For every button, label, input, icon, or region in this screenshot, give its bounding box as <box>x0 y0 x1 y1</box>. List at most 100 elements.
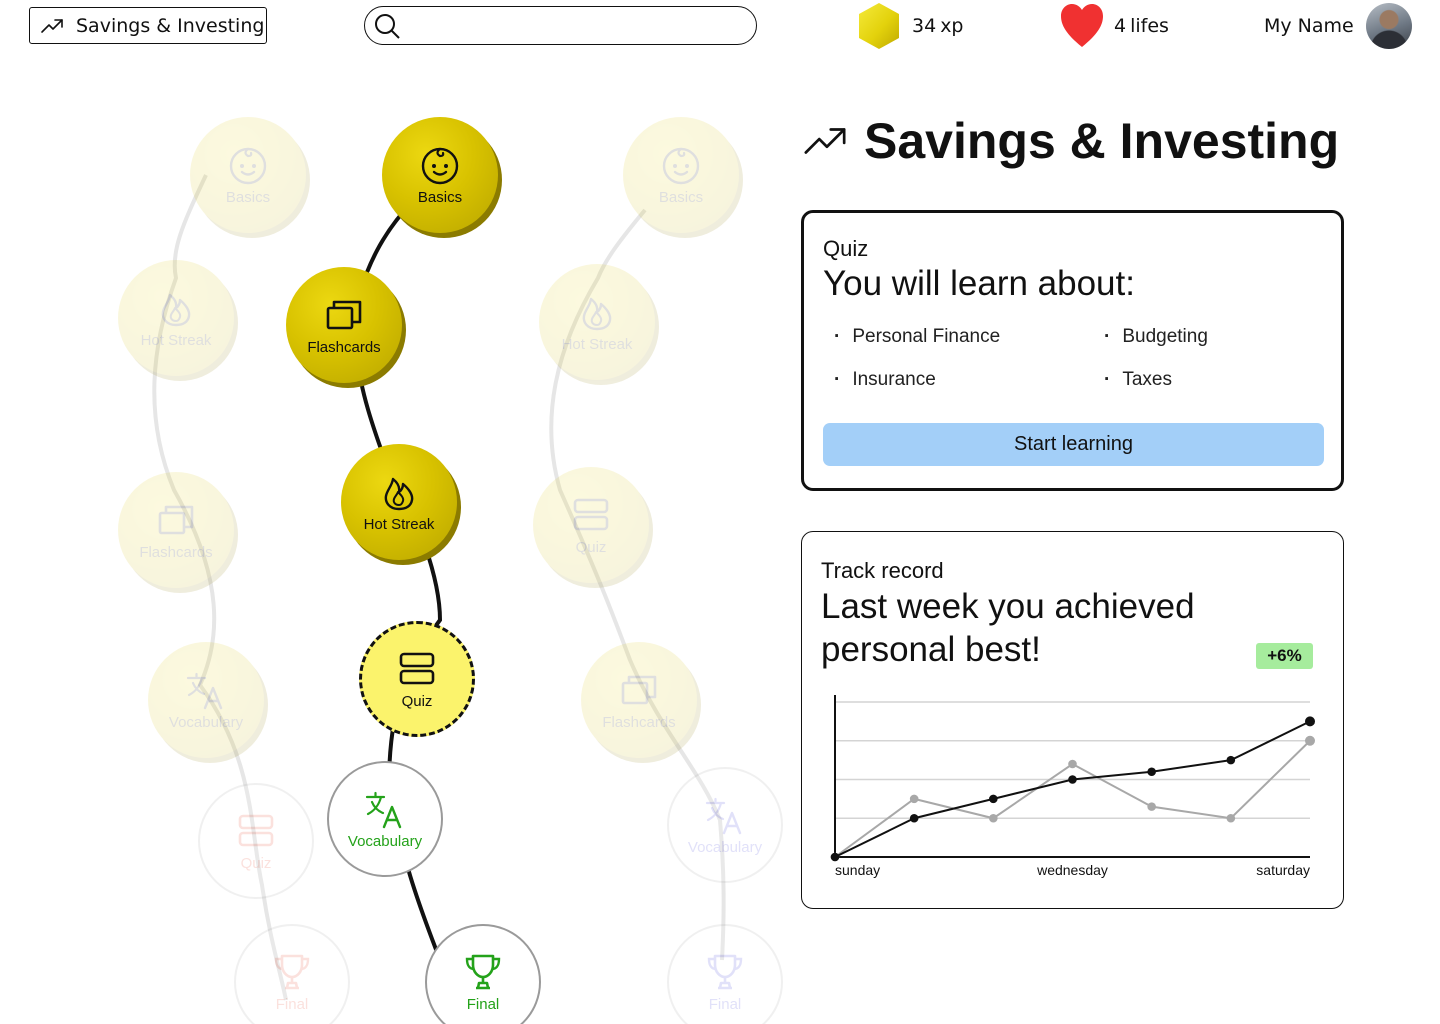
topic-selector-button[interactable]: Savings & Investing <box>29 7 267 44</box>
node-label: Quiz <box>575 539 607 556</box>
node-label: Final <box>275 996 309 1013</box>
lives-value: 4 <box>1114 15 1127 37</box>
node-label: Flashcards <box>602 714 676 731</box>
path-node-basics[interactable]: Basics <box>623 117 743 238</box>
trophy-icon <box>465 954 501 990</box>
quiz-icon <box>399 652 435 685</box>
path-node-flashcards[interactable]: Flashcards <box>581 642 701 763</box>
chart-point <box>1226 755 1236 765</box>
quiz-card-kicker: Quiz <box>823 236 869 261</box>
user-name: My Name <box>1264 15 1354 37</box>
translate-icon <box>705 797 742 835</box>
path-node-quiz[interactable]: Quiz <box>198 783 314 899</box>
path-node-hot-streak[interactable]: Hot Streak <box>539 264 659 385</box>
trophy-icon <box>274 954 310 990</box>
topic-item-label: Insurance <box>852 369 936 391</box>
node-face: Quiz <box>359 621 475 737</box>
node-label: Vocabulary <box>168 714 244 731</box>
node-face: Quiz <box>198 783 314 899</box>
translate-icon <box>365 791 402 829</box>
node-label: Vocabulary <box>347 833 423 850</box>
chart-point <box>989 794 998 804</box>
path-node-quiz[interactable]: Quiz <box>359 621 475 737</box>
topic-selector-label: Savings & Investing <box>76 14 265 37</box>
path-node-basics[interactable]: Basics <box>190 117 310 238</box>
progress-line-chart: sunday wednesday saturday <box>830 695 1315 878</box>
node-face: Basics <box>623 117 739 233</box>
path-node-flashcards[interactable]: Flashcards <box>286 267 406 388</box>
path-node-vocabulary[interactable]: Vocabulary <box>148 642 268 763</box>
translate-icon <box>186 672 223 710</box>
topic-item-label: Taxes <box>1122 369 1172 391</box>
chart-series-line <box>834 720 1311 858</box>
cards-icon <box>326 300 362 330</box>
chart-point <box>909 813 919 823</box>
xp-unit: xp <box>940 15 964 37</box>
xp-value: 34 <box>912 15 937 37</box>
node-label: Basics <box>658 189 704 206</box>
node-face: Flashcards <box>286 267 402 383</box>
quiz-card: Quiz You will learn about: · Personal Fin… <box>801 210 1344 491</box>
chart-point <box>1226 813 1236 823</box>
flame-icon <box>582 297 612 331</box>
lives-unit: lifes <box>1130 15 1169 37</box>
search-icon <box>375 13 400 39</box>
node-face: Vocabulary <box>667 767 783 883</box>
baby-face-icon <box>421 147 459 185</box>
list-item: · Insurance <box>834 369 936 391</box>
list-item: · Taxes <box>1104 369 1172 391</box>
node-face: Hot Streak <box>539 264 655 380</box>
xp-counter: 34 xp <box>856 0 964 52</box>
node-face: Basics <box>190 117 306 233</box>
topic-heading: Savings & Investing <box>802 112 1339 170</box>
chart-point <box>1068 775 1077 784</box>
node-face: Vocabulary <box>148 642 264 758</box>
node-face: Basics <box>382 117 498 233</box>
chart-point <box>1305 716 1315 727</box>
cards-icon <box>158 505 194 535</box>
learning-topics-list: · Personal Finance · Budgeting · Insurance … <box>834 326 1322 391</box>
start-learning-button[interactable]: Start learning <box>823 423 1324 466</box>
node-label: Basics <box>417 189 463 206</box>
track-record-card: Track record Last week you achieved pers… <box>801 531 1344 909</box>
node-face: Quiz <box>533 467 649 583</box>
avatar[interactable] <box>1365 3 1412 49</box>
quiz-icon <box>238 814 274 847</box>
search-bar[interactable] <box>364 6 757 45</box>
learning-path-map: Basics Hot Streak Flashcards Vocabulary Quiz… <box>0 60 790 1024</box>
list-item: · Personal Finance <box>834 326 1001 348</box>
node-face: Hot Streak <box>118 260 234 376</box>
node-label: Flashcards <box>139 544 213 561</box>
path-node-vocabulary[interactable]: Vocabulary <box>327 761 443 877</box>
cards-icon <box>621 675 657 705</box>
quiz-card-title: You will learn about: <box>823 264 1135 303</box>
chart-point <box>989 813 998 823</box>
node-label: Basics <box>225 189 271 206</box>
node-label: Quiz <box>240 855 272 872</box>
xp-hexagon-icon <box>859 3 899 49</box>
lives-counter: 4 lifes <box>1060 0 1169 52</box>
chart-tick-label: wednesday <box>1036 862 1108 878</box>
path-node-quiz[interactable]: Quiz <box>533 467 653 588</box>
chart-series-line <box>834 740 1311 858</box>
list-item: · Budgeting <box>1104 326 1208 348</box>
node-label: Hot Streak <box>561 336 633 353</box>
path-node-hot-streak[interactable]: Hot Streak <box>341 444 461 565</box>
user-menu[interactable]: My Name <box>1264 2 1412 50</box>
quiz-icon <box>573 498 609 531</box>
topic-item-label: Personal Finance <box>852 326 1001 348</box>
node-face: Flashcards <box>581 642 697 758</box>
chart-point <box>1305 735 1315 746</box>
node-label: Final <box>708 996 742 1013</box>
chart-tick-label: sunday <box>835 862 880 878</box>
path-node-vocabulary[interactable]: Vocabulary <box>667 767 783 883</box>
baby-face-icon <box>662 147 700 185</box>
node-label: Quiz <box>401 693 433 710</box>
search-input[interactable] <box>407 10 737 41</box>
flame-icon <box>384 477 414 511</box>
page-title: Savings & Investing <box>864 113 1340 169</box>
path-node-basics[interactable]: Basics <box>382 117 502 238</box>
path-node-flashcards[interactable]: Flashcards <box>118 472 238 593</box>
path-node-hot-streak[interactable]: Hot Streak <box>118 260 238 381</box>
heart-icon <box>1061 4 1103 47</box>
